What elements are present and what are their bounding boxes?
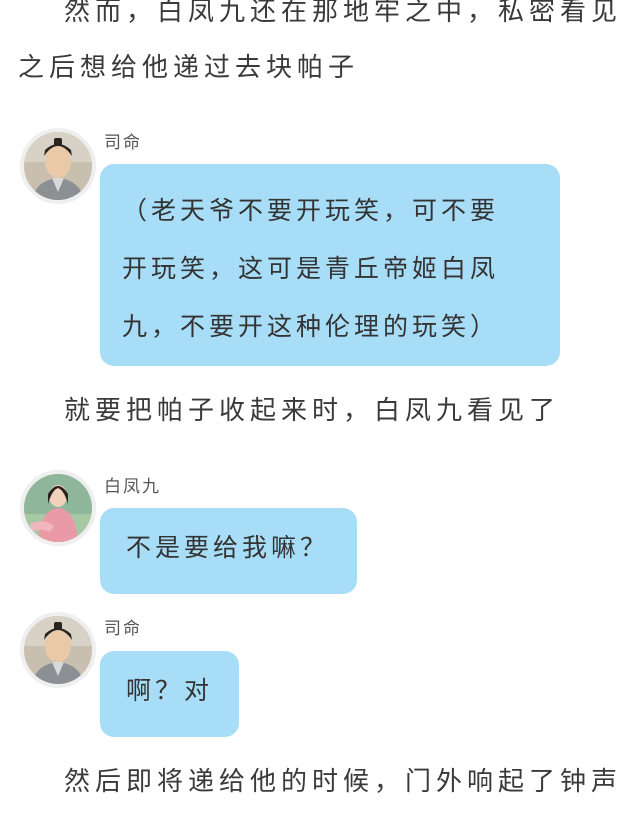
speaker-name: 司命 bbox=[104, 133, 142, 153]
avatar[interactable] bbox=[20, 128, 96, 204]
speaker-name: 司命 bbox=[104, 619, 142, 639]
message-text-line: 不是要给我嘛？ bbox=[126, 533, 330, 562]
male-character-avatar-icon bbox=[24, 132, 92, 200]
narration-line-4: 然后即将递给他的时候，门外响起了钟声 bbox=[64, 767, 623, 797]
female-character-avatar-icon bbox=[24, 474, 92, 542]
message-text-line: 九，不要开这种伦理的玩笑） bbox=[122, 312, 500, 341]
message-text-line: 啊？对 bbox=[126, 676, 214, 705]
message-bubble[interactable]: 啊？对 bbox=[100, 651, 239, 737]
message-bubble[interactable]: （老天爷不要开玩笑，可不要 开玩笑，这可是青丘帝姬白凤 九，不要开这种伦理的玩笑… bbox=[100, 164, 560, 366]
speaker-name: 白凤九 bbox=[104, 477, 161, 497]
male-character-avatar-icon bbox=[24, 616, 92, 684]
narration-line-3: 就要把帕子收起来时，白凤九看见了 bbox=[64, 396, 561, 426]
message-text-line: （老天爷不要开玩笑，可不要 bbox=[122, 196, 500, 225]
narration-line-2: 之后想给他递过去块帕子 bbox=[18, 53, 360, 83]
message-text-line: 开玩笑，这可是青丘帝姬白凤 bbox=[122, 254, 500, 283]
narration-line-1: 然而，白凤九还在那地牢之中，私密看见 bbox=[64, 0, 623, 27]
avatar[interactable] bbox=[20, 612, 96, 688]
message-bubble[interactable]: 不是要给我嘛？ bbox=[100, 508, 357, 594]
avatar[interactable] bbox=[20, 470, 96, 546]
